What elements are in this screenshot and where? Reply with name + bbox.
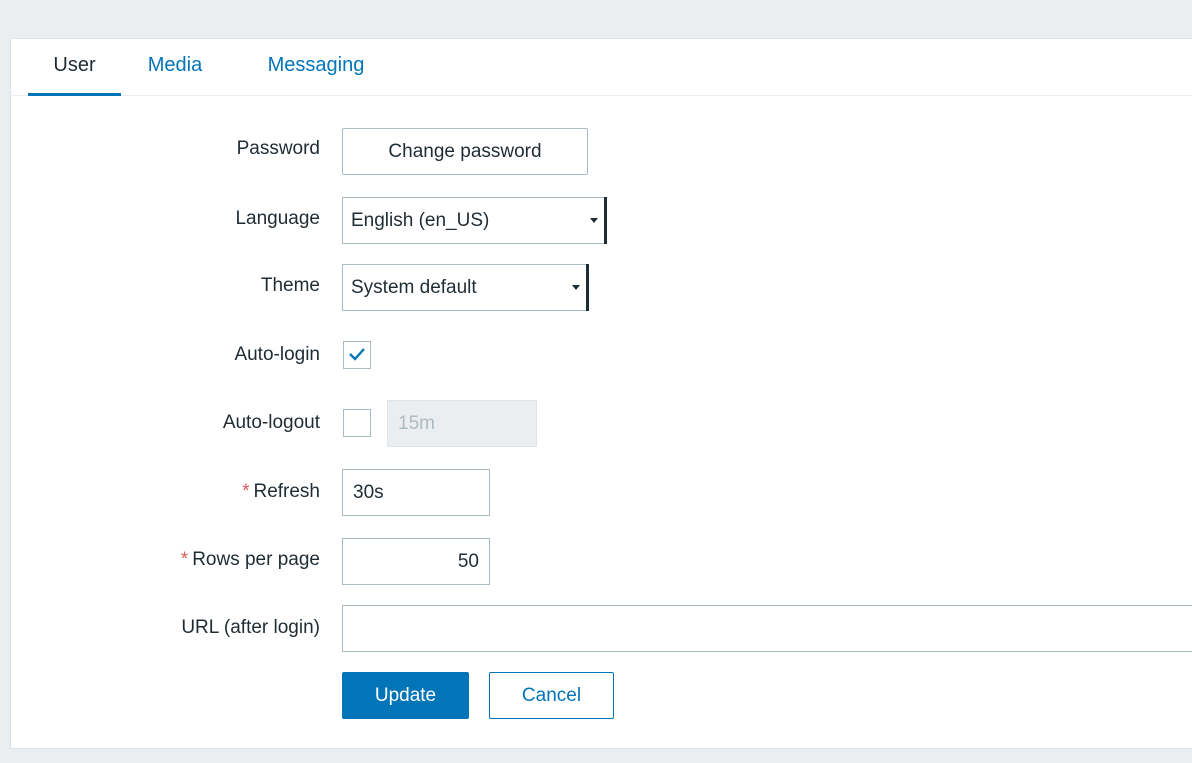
rows-per-page-input[interactable]: 50 xyxy=(342,538,490,585)
language-select-value: English (en_US) xyxy=(351,210,490,231)
url-input[interactable] xyxy=(342,605,1192,652)
select-edge xyxy=(586,264,589,311)
autologin-label: Auto-login xyxy=(234,344,320,365)
rows-per-page-label: * Rows per page xyxy=(11,549,320,571)
language-select[interactable]: English (en_US) xyxy=(342,197,607,244)
theme-select-value: System default xyxy=(351,277,477,298)
tab-messaging[interactable]: Messaging xyxy=(241,39,391,96)
language-label: Language xyxy=(235,208,320,229)
required-mark: * xyxy=(180,549,189,570)
refresh-input[interactable]: 30s xyxy=(342,469,490,516)
cancel-button[interactable]: Cancel xyxy=(489,672,614,719)
theme-select[interactable]: System default xyxy=(342,264,589,311)
change-password-button[interactable]: Change password xyxy=(342,128,588,175)
refresh-label-text: Refresh xyxy=(253,481,320,502)
select-edge xyxy=(604,197,607,244)
required-mark: * xyxy=(242,481,250,502)
tab-media[interactable]: Media xyxy=(129,39,221,96)
chevron-down-icon xyxy=(590,218,598,223)
user-profile-panel: User Media Messaging Password Change pas… xyxy=(10,38,1192,749)
chevron-down-icon xyxy=(572,285,580,290)
theme-label: Theme xyxy=(260,275,320,296)
checkmark-icon xyxy=(349,348,365,361)
update-button[interactable]: Update xyxy=(342,672,469,719)
tab-bar: User Media Messaging xyxy=(11,39,1192,96)
rows-per-page-label-text: Rows per page xyxy=(192,549,320,570)
autologin-checkbox[interactable] xyxy=(343,341,371,369)
url-label: URL (after login) xyxy=(181,617,320,638)
tab-user[interactable]: User xyxy=(28,39,121,96)
refresh-label: * Refresh xyxy=(11,481,320,503)
autologout-checkbox[interactable] xyxy=(343,409,371,437)
password-label: Password xyxy=(236,138,320,159)
autologout-label: Auto-logout xyxy=(222,412,320,433)
autologout-input[interactable]: 15m xyxy=(387,400,537,447)
